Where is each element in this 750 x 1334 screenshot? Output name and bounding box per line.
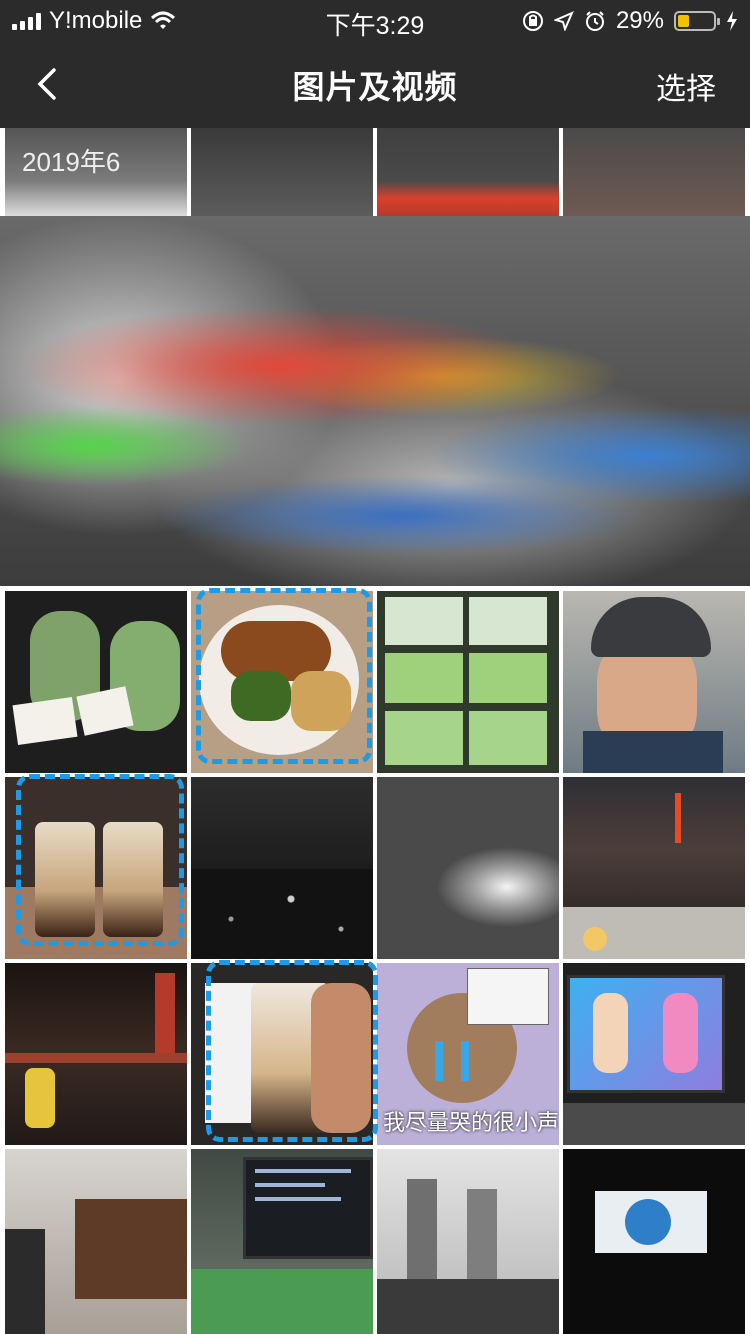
photo-night-market[interactable] [5, 963, 187, 1145]
photo-grid: 2019年6 我尽量哭的很小声 [0, 128, 750, 1334]
selection-dashed-outline [206, 960, 378, 1142]
selection-dashed-outline [196, 588, 372, 764]
photo-blurred-large[interactable] [0, 216, 750, 586]
photo-computer-desk[interactable] [191, 1149, 373, 1334]
photo-frog-figures[interactable] [5, 591, 187, 773]
page-title: 图片及视频 [292, 69, 458, 105]
select-button[interactable]: 选择 [656, 64, 716, 108]
rotation-lock-icon [522, 11, 543, 31]
photo-dark-screen-logo[interactable] [563, 1149, 745, 1334]
photo-crying-mouse-meme[interactable]: 我尽量哭的很小声 [377, 963, 559, 1145]
photo-tv-anime[interactable] [563, 963, 745, 1145]
photo-night-city[interactable] [191, 777, 373, 959]
photo-cloudy-sky[interactable] [377, 777, 559, 959]
charging-icon [727, 11, 737, 31]
photo-tokyo-tower-night[interactable] [563, 777, 745, 959]
photo-real-estate-listings[interactable] [377, 591, 559, 773]
meme-caption: 我尽量哭的很小声 [383, 1110, 559, 1135]
status-bar: Y!mobile 下午3:29 29% [0, 0, 750, 40]
photo-blurred-header-2[interactable] [191, 128, 373, 216]
selection-dashed-outline [16, 774, 184, 946]
battery-icon [674, 11, 720, 31]
alarm-icon [585, 11, 604, 31]
section-date-label: 2019年6 [22, 147, 121, 177]
battery-percent: 29% [615, 7, 664, 34]
photo-blurred-header-4[interactable] [563, 128, 745, 216]
photo-selfie-helmet[interactable] [563, 591, 745, 773]
photo-blurred-header-3[interactable] [377, 128, 559, 216]
photo-robot-lab[interactable] [377, 1149, 559, 1334]
photo-staircase-room[interactable] [5, 1149, 187, 1334]
location-icon [553, 11, 574, 31]
nav-bar: 图片及视频 选择 [0, 40, 750, 128]
